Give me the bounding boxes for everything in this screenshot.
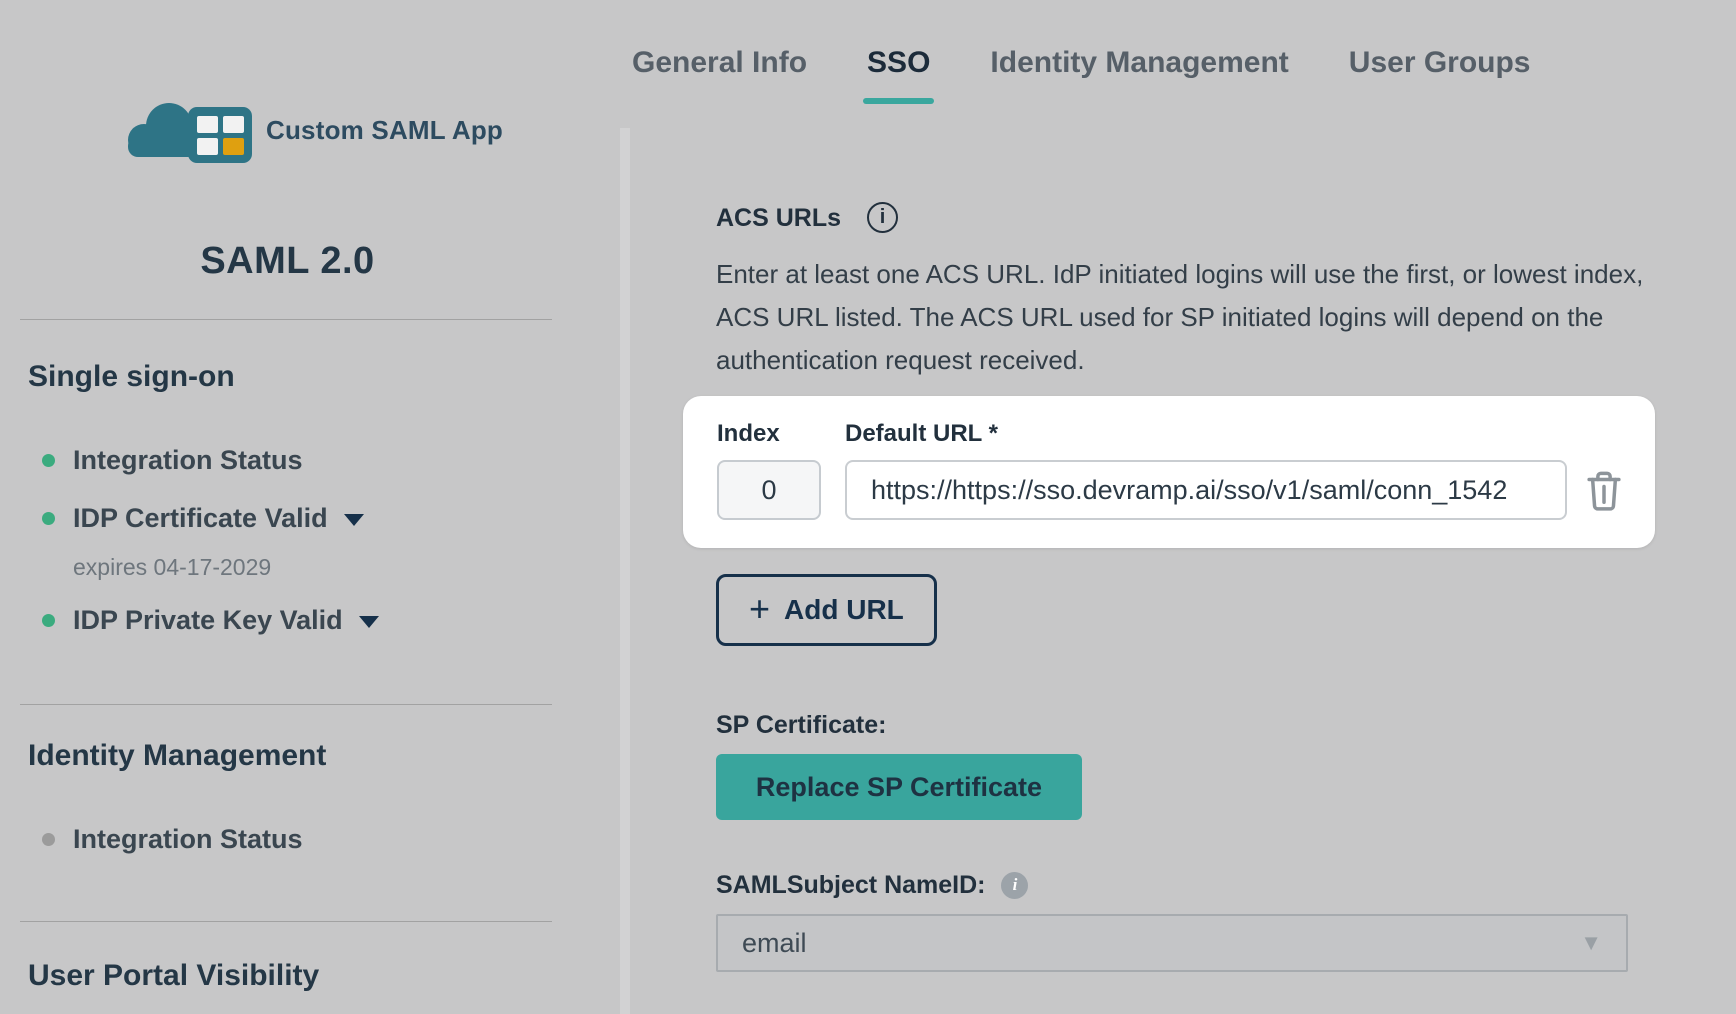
- trash-icon: [1583, 467, 1625, 513]
- acs-urls-header: ACS URLs i: [716, 202, 1676, 233]
- sso-status-list: Integration Status IDP Certificate Valid…: [20, 436, 555, 644]
- status-item-idp-private-key[interactable]: IDP Private Key Valid: [20, 596, 555, 644]
- status-dot-gray: [42, 833, 55, 846]
- sidebar-divider: [20, 704, 552, 705]
- main-panel: General Info SSO Identity Management Use…: [620, 0, 1736, 1014]
- info-icon[interactable]: i: [1001, 872, 1028, 899]
- status-item-integration: Integration Status: [20, 436, 555, 484]
- plus-icon: +: [749, 591, 770, 627]
- section-heading-identity-management: Identity Management: [28, 739, 555, 773]
- sidebar-divider: [20, 921, 552, 922]
- dropdown-arrow-icon: ▼: [1580, 930, 1602, 956]
- sidebar-divider: [20, 319, 552, 320]
- protocol-title: SAML 2.0: [20, 240, 555, 283]
- app-logo: Custom SAML App: [120, 92, 555, 168]
- status-dot-green: [42, 454, 55, 467]
- replace-sp-certificate-button[interactable]: Replace SP Certificate: [716, 754, 1082, 820]
- saml-app-config-page: Custom SAML App SAML 2.0 Single sign-on …: [0, 0, 1736, 1014]
- acs-urls-description: Enter at least one ACS URL. IdP initiate…: [716, 253, 1664, 382]
- status-dot-green: [42, 512, 55, 525]
- app-logo-label: Custom SAML App: [266, 115, 503, 146]
- sp-certificate-label: SP Certificate:: [716, 711, 886, 739]
- status-dot-green: [42, 614, 55, 627]
- chevron-down-icon[interactable]: [344, 514, 364, 526]
- section-heading-user-portal-visibility: User Portal Visibility: [28, 959, 555, 993]
- chevron-down-icon[interactable]: [359, 616, 379, 628]
- cloud-app-icon: [120, 92, 258, 168]
- index-column-label: Index: [717, 420, 845, 448]
- samlsubject-nameid-label: SAMLSubject NameID:: [716, 870, 985, 900]
- default-url-input[interactable]: [845, 460, 1567, 520]
- info-icon[interactable]: i: [867, 202, 898, 233]
- nameid-select[interactable]: email ▼: [716, 914, 1628, 972]
- nameid-selected-value: email: [742, 928, 807, 959]
- tab-sso[interactable]: SSO: [867, 46, 930, 80]
- index-input[interactable]: [717, 460, 821, 520]
- delete-url-button[interactable]: [1583, 467, 1625, 513]
- status-item-idm-integration: Integration Status: [20, 815, 555, 863]
- acs-url-row: [717, 460, 1625, 520]
- add-url-button-label: Add URL: [784, 594, 904, 626]
- add-url-button[interactable]: + Add URL: [716, 574, 937, 646]
- tab-identity-management[interactable]: Identity Management: [990, 46, 1288, 80]
- certificate-expiry-text: expires 04-17-2029: [20, 552, 555, 582]
- acs-url-row-card: Index Default URL *: [683, 396, 1655, 548]
- tab-general-info[interactable]: General Info: [632, 46, 807, 80]
- tab-user-groups[interactable]: User Groups: [1349, 46, 1531, 80]
- tab-bar: General Info SSO Identity Management Use…: [632, 46, 1736, 80]
- section-heading-single-sign-on: Single sign-on: [28, 360, 555, 394]
- default-url-column-label: Default URL *: [845, 420, 998, 448]
- acs-urls-label: ACS URLs: [716, 203, 841, 233]
- status-item-idp-certificate[interactable]: IDP Certificate Valid: [20, 494, 555, 542]
- sidebar: Custom SAML App SAML 2.0 Single sign-on …: [0, 0, 620, 1014]
